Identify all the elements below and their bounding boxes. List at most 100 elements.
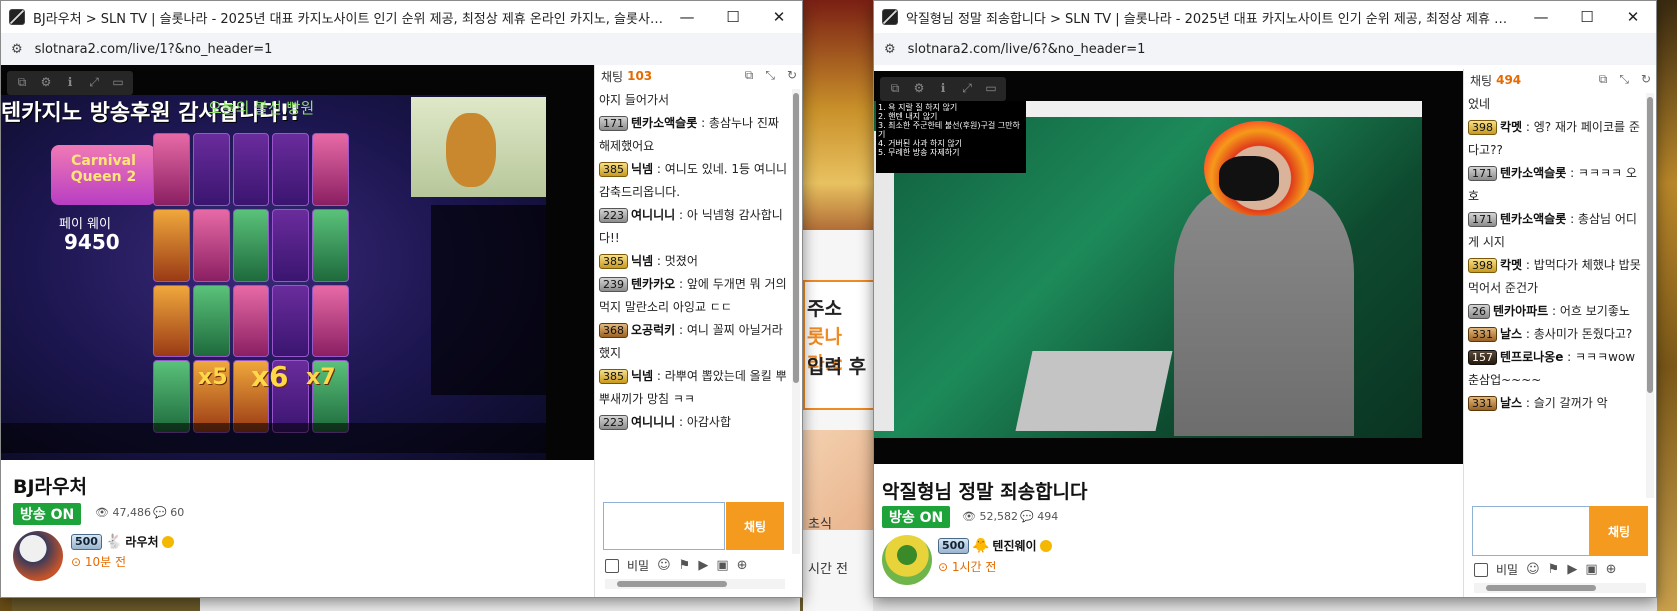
emoji-icon[interactable]: ☺ bbox=[1526, 562, 1540, 577]
streamer-avatar[interactable] bbox=[13, 531, 63, 581]
maximize-button[interactable]: ☐ bbox=[710, 1, 756, 33]
flag-icon[interactable]: ⚑ bbox=[1548, 562, 1560, 577]
fullscreen-icon[interactable]: ⤢ bbox=[958, 79, 976, 97]
collapse-icon[interactable]: ⤡ bbox=[1619, 72, 1629, 87]
chat-nickname[interactable]: 여니니니 bbox=[631, 208, 675, 222]
video-player[interactable]: ⧉ ⚙ ℹ ⤢ ▭ 텐카지노 방송후원 감사합니다!! 오늘의 불선 빵원 Ca… bbox=[1, 65, 594, 460]
video-player[interactable]: ⧉ ⚙ ℹ ⤢ ▭ 1. 욕 지랄 질 하지 않기 2. 핸텐 내지 않기 3.… bbox=[874, 71, 1463, 464]
multiplier-3: x7 bbox=[306, 365, 336, 390]
chat-scroll-thumb[interactable] bbox=[1647, 97, 1653, 393]
chat-hscrollbar[interactable] bbox=[1474, 583, 1646, 593]
url-text[interactable]: slotnara2.com/live/6?&no_header=1 bbox=[908, 42, 1146, 57]
chat-message: 331 날스 : 총사미가 돈줬다고? bbox=[1468, 323, 1643, 346]
live-status-badge: 방송 ON bbox=[882, 506, 951, 528]
url-text[interactable]: slotnara2.com/live/1?&no_header=1 bbox=[35, 42, 273, 57]
fullscreen-icon[interactable]: ⤢ bbox=[85, 73, 103, 91]
chat-nickname[interactable]: 닉넴 bbox=[631, 369, 653, 383]
user-level-badge: 398 bbox=[1468, 120, 1497, 135]
image-icon[interactable]: ▣ bbox=[716, 558, 728, 573]
chat-nickname[interactable]: 닉넴 bbox=[631, 162, 653, 176]
chat-send-button[interactable]: 채팅 bbox=[726, 502, 784, 550]
chat-nickname[interactable]: 텐카아파트 bbox=[1493, 304, 1548, 318]
chat-nickname[interactable]: 여니니니 bbox=[631, 415, 675, 429]
chat-message-list[interactable]: 야지 들어가서 171 텐카소액슬롯 : 총삼누나 진짜해제했어요 385 닉넴 :… bbox=[599, 89, 789, 554]
minimize-button[interactable]: — bbox=[1518, 1, 1564, 33]
popout-icon[interactable]: ⧉ bbox=[13, 73, 31, 91]
chat-nickname[interactable]: 텐카카오 bbox=[631, 277, 675, 291]
chat-nickname[interactable]: 텐카소액슬롯 bbox=[1500, 166, 1566, 180]
stream-banner: 텐카지노 방송후원 감사합니다!! bbox=[1, 101, 300, 126]
chat-toggle-icon[interactable]: ▭ bbox=[982, 79, 1000, 97]
site-info-icon[interactable]: ⚙ bbox=[884, 42, 896, 57]
chat-nickname[interactable]: 오공럭키 bbox=[631, 323, 675, 337]
chat-message-list[interactable]: 었네 398 칵멧 : 엥? 재가 페이코를 준다고?? 171 텐카소액슬롯 : … bbox=[1468, 93, 1643, 498]
chat-toggle-icon[interactable]: ▭ bbox=[109, 73, 127, 91]
popout-icon[interactable]: ⧉ bbox=[745, 68, 754, 83]
maximize-button[interactable]: ☐ bbox=[1564, 1, 1610, 33]
verified-icon bbox=[1039, 539, 1052, 552]
streamer-info: 500 🐇 라우처 bbox=[71, 533, 174, 550]
chat-hscrollbar[interactable] bbox=[605, 579, 785, 589]
popup-window-2[interactable]: 악질형님 정말 죄송합니다 > SLN TV | 슬롯나라 - 2025년 대표… bbox=[873, 0, 1657, 598]
comment-count: 💬 60 bbox=[153, 506, 185, 519]
collapse-icon[interactable]: ⤡ bbox=[765, 68, 775, 83]
title-bar[interactable]: 악질형님 정말 죄송합니다 > SLN TV | 슬롯나라 - 2025년 대표… bbox=[874, 1, 1656, 33]
minimize-button[interactable]: — bbox=[664, 1, 710, 33]
chat-hscroll-thumb[interactable] bbox=[1486, 585, 1596, 591]
popout-icon[interactable]: ⧉ bbox=[1599, 72, 1608, 87]
chat-scrollbar[interactable] bbox=[1646, 93, 1654, 498]
chat-hscroll-thumb[interactable] bbox=[617, 581, 727, 587]
video-icon[interactable]: ▶ bbox=[698, 558, 708, 573]
streamer-name[interactable]: 텐진웨이 bbox=[992, 537, 1036, 554]
chat-nickname[interactable]: 날스 bbox=[1500, 327, 1522, 341]
user-level-badge: 171 bbox=[599, 116, 628, 131]
stream-title: BJ라우처 bbox=[13, 476, 87, 498]
site-info-icon[interactable]: ⚙ bbox=[11, 42, 23, 57]
secret-checkbox[interactable] bbox=[605, 558, 619, 573]
address-bar[interactable]: ⚙ slotnara2.com/live/1?&no_header=1 bbox=[1, 33, 802, 65]
settings-icon[interactable]: ⚙ bbox=[910, 79, 928, 97]
desk bbox=[1015, 351, 1173, 431]
chat-nickname[interactable]: 날스 bbox=[1500, 396, 1522, 410]
chat-send-button[interactable]: 채팅 bbox=[1590, 506, 1648, 556]
chat-message-text: 어흐 보기좋노 bbox=[1559, 304, 1630, 318]
chat-scroll-thumb[interactable] bbox=[793, 93, 799, 383]
streamer-emblem-icon: 🐇 bbox=[104, 533, 123, 550]
chat-nickname[interactable]: 텐카소액슬롯 bbox=[1500, 212, 1566, 226]
chat-nickname[interactable]: 칵멧 bbox=[1500, 120, 1522, 134]
title-bar[interactable]: BJ라우처 > SLN TV | 슬롯나라 - 2025년 대표 카지노사이트 … bbox=[1, 1, 802, 33]
rule-line: 4. 거버된 사과 하지 않기 bbox=[878, 139, 963, 148]
add-icon[interactable]: ⊕ bbox=[1606, 562, 1617, 577]
chat-message: 171 텐카소액슬롯 : ㅋㅋㅋㅋ 오호 bbox=[1468, 166, 1637, 203]
popout-icon[interactable]: ⧉ bbox=[886, 79, 904, 97]
background-strip bbox=[873, 598, 1657, 611]
refresh-icon[interactable]: ↻ bbox=[1641, 72, 1651, 87]
secret-checkbox[interactable] bbox=[1474, 562, 1488, 577]
popup-window-1[interactable]: BJ라우처 > SLN TV | 슬롯나라 - 2025년 대표 카지노사이트 … bbox=[0, 0, 803, 598]
chat-input[interactable] bbox=[603, 502, 725, 550]
payway-value: 9450 bbox=[64, 230, 120, 254]
image-icon[interactable]: ▣ bbox=[1585, 562, 1597, 577]
chat-nickname[interactable]: 텐카소액슬롯 bbox=[631, 116, 697, 130]
refresh-icon[interactable]: ↻ bbox=[787, 68, 797, 83]
chat-scrollbar[interactable] bbox=[792, 89, 800, 554]
chat-nickname[interactable]: 닉넴 bbox=[631, 254, 653, 268]
streamer-avatar[interactable] bbox=[882, 535, 932, 585]
settings-icon[interactable]: ⚙ bbox=[37, 73, 55, 91]
emoji-icon[interactable]: ☺ bbox=[657, 558, 671, 573]
streamer-name[interactable]: 라우처 bbox=[125, 533, 158, 550]
close-button[interactable]: ✕ bbox=[1610, 1, 1656, 33]
info-icon[interactable]: ℹ bbox=[61, 73, 79, 91]
add-icon[interactable]: ⊕ bbox=[737, 558, 748, 573]
address-bar[interactable]: ⚙ slotnara2.com/live/6?&no_header=1 bbox=[874, 33, 1656, 65]
site-favicon-icon bbox=[9, 9, 25, 25]
chat-message: 야지 들어가서 bbox=[599, 89, 789, 112]
close-button[interactable]: ✕ bbox=[756, 1, 802, 33]
video-icon[interactable]: ▶ bbox=[1567, 562, 1577, 577]
chat-nickname[interactable]: 칵멧 bbox=[1500, 258, 1522, 272]
info-icon[interactable]: ℹ bbox=[934, 79, 952, 97]
chat-input[interactable] bbox=[1472, 506, 1590, 556]
chat-nickname[interactable]: 텐프로나옹e bbox=[1500, 350, 1563, 364]
flag-icon[interactable]: ⚑ bbox=[679, 558, 691, 573]
chat-user-count: 494 bbox=[1496, 73, 1522, 87]
